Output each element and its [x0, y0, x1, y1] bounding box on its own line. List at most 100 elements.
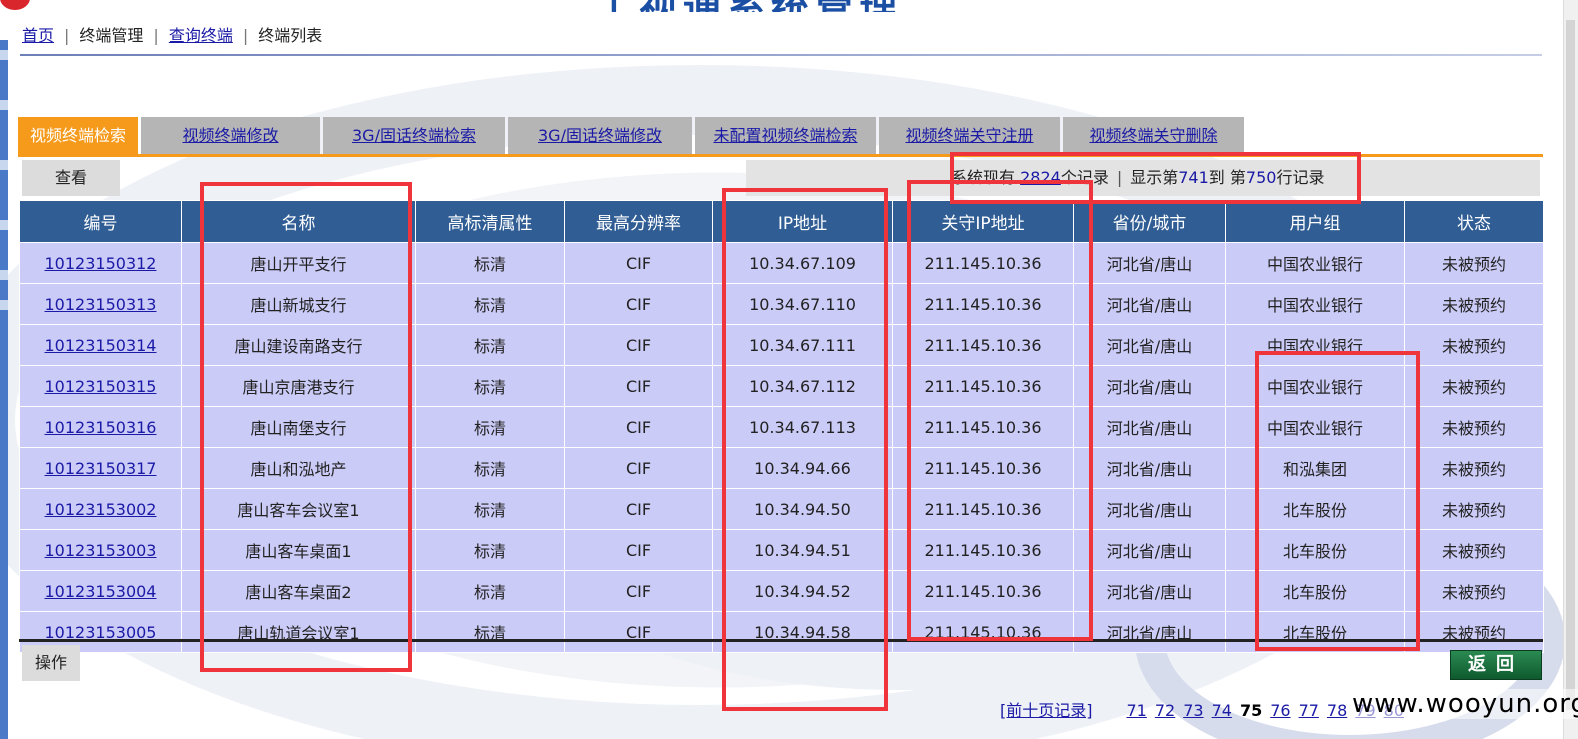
table-cell: 标清	[415, 324, 565, 366]
terminal-id-link[interactable]: 10123150317	[45, 459, 157, 478]
table-cell: 标清	[415, 611, 565, 653]
breadcrumb-terminal-list: 终端列表	[258, 26, 323, 45]
table-cell: CIF	[564, 611, 713, 653]
table-cell: 10.34.94.52	[712, 570, 893, 612]
table-row: 10123150313 唐山新城支行 标清 CIF 10.34.67.110 211.14…	[19, 283, 1544, 325]
terminal-id-cell: 10123150312	[19, 242, 182, 284]
column-header: 最高分辨率	[564, 200, 713, 243]
page-link[interactable]: 78	[1327, 701, 1347, 720]
view-button[interactable]: 查看	[22, 160, 120, 196]
column-header: 关守IP地址	[892, 200, 1074, 243]
table-cell: 河北省/唐山	[1073, 324, 1226, 366]
range-to: 750	[1245, 168, 1277, 187]
terminal-id-cell: 10123150313	[19, 283, 182, 325]
tab-gatekeeper-delete[interactable]: 视频终端关守删除	[1063, 117, 1244, 154]
terminal-id-link[interactable]: 10123153002	[45, 500, 157, 519]
table-cell: 标清	[415, 488, 565, 530]
tab-video-terminal-edit[interactable]: 视频终端修改	[141, 117, 320, 154]
table-row: 10123153002 唐山客车会议室1 标清 CIF 10.34.94.50 211.1…	[19, 488, 1544, 530]
page-link[interactable]: 71	[1127, 701, 1147, 720]
logo-icon	[0, 0, 30, 10]
back-button[interactable]: 返回	[1450, 650, 1542, 680]
table-row: 10123150315 唐山京唐港支行 标清 CIF 10.34.67.112 211.1…	[19, 365, 1544, 407]
table-cell: 标清	[415, 242, 565, 284]
table-cell: 10.34.67.109	[712, 242, 893, 284]
breadcrumb-home-link[interactable]: 首页	[22, 26, 54, 45]
table-cell: 中国农业银行	[1225, 406, 1405, 448]
prev-ten-pages-link[interactable]: [前十页记录]	[1000, 701, 1093, 720]
terminal-id-link[interactable]: 10123150314	[45, 336, 157, 355]
table-cell: 10.34.94.66	[712, 447, 893, 489]
table-cell: 未被预约	[1404, 365, 1544, 407]
tab-3g-terminal-search[interactable]: 3G/固话终端检索	[323, 117, 505, 154]
table-cell: 北车股份	[1225, 570, 1405, 612]
table-cell: 标清	[415, 570, 565, 612]
tab-video-terminal-search[interactable]: 视频终端检索	[18, 117, 138, 154]
terminal-id-cell: 10123150314	[19, 324, 182, 366]
table-cell: 标清	[415, 283, 565, 325]
table-cell: CIF	[564, 447, 713, 489]
page-link[interactable]: 72	[1155, 701, 1175, 720]
table-cell: CIF	[564, 529, 713, 571]
tab-unconfigured-terminal-search[interactable]: 未配置视频终端检索	[695, 117, 876, 154]
table-cell: CIF	[564, 488, 713, 530]
page-link[interactable]: 76	[1270, 701, 1290, 720]
table-cell: 211.145.10.36	[892, 611, 1074, 653]
table-cell: 10.34.67.110	[712, 283, 893, 325]
table-cell: 唐山客车桌面1	[181, 529, 416, 571]
table-cell: 北车股份	[1225, 611, 1405, 653]
table-row: 10123153004 唐山客车桌面2 标清 CIF 10.34.94.52 211.14…	[19, 570, 1544, 612]
tab-bar: 视频终端检索 视频终端修改 3G/固话终端检索 3G/固话终端修改 未配置视频终…	[18, 117, 1247, 154]
table-cell: CIF	[564, 570, 713, 612]
table-cell: 唐山南堡支行	[181, 406, 416, 448]
terminal-id-link[interactable]: 10123153003	[45, 541, 157, 560]
table-cell: 中国农业银行	[1225, 283, 1405, 325]
table-cell: 河北省/唐山	[1073, 570, 1226, 612]
table-cell: CIF	[564, 406, 713, 448]
left-frame-strip	[0, 40, 8, 739]
terminal-id-link[interactable]: 10123150312	[45, 254, 157, 273]
table-cell: 211.145.10.36	[892, 242, 1074, 284]
terminal-id-cell: 10123150315	[19, 365, 182, 407]
table-cell: CIF	[564, 365, 713, 407]
table-cell: 未被预约	[1404, 447, 1544, 489]
column-header: IP地址	[712, 200, 893, 243]
terminal-id-link[interactable]: 10123150313	[45, 295, 157, 314]
table-cell: 211.145.10.36	[892, 283, 1074, 325]
table-cell: 211.145.10.36	[892, 447, 1074, 489]
terminal-id-link[interactable]: 10123150315	[45, 377, 157, 396]
breadcrumb-query-terminal-link[interactable]: 查询终端	[169, 26, 233, 45]
current-page: 75	[1239, 701, 1263, 720]
terminal-id-link[interactable]: 10123150316	[45, 418, 157, 437]
operate-button[interactable]: 操作	[22, 645, 80, 681]
table-cell: 中国农业银行	[1225, 324, 1405, 366]
table-cell: 标清	[415, 529, 565, 571]
tab-gatekeeper-register[interactable]: 视频终端关守注册	[879, 117, 1060, 154]
pagination: [前十页记录]71727374757677787980	[1000, 697, 1412, 721]
table-cell: 10.34.67.111	[712, 324, 893, 366]
terminal-id-link[interactable]: 10123153004	[45, 582, 157, 601]
table-cell: 河北省/唐山	[1073, 611, 1226, 653]
table-row: 10123150314 唐山建设南路支行 标清 CIF 10.34.67.111 211.…	[19, 324, 1544, 366]
total-records-link[interactable]: 2824	[1020, 168, 1061, 187]
table-cell: 10.34.67.113	[712, 406, 893, 448]
page-link[interactable]: 73	[1183, 701, 1203, 720]
table-cell: 211.145.10.36	[892, 406, 1074, 448]
table-header-row: 编号 名称 高标清属性 最高分辨率 IP地址 关守IP地址 省份/城市 用户组 状态	[19, 200, 1544, 243]
scrollbar-thumb[interactable]	[1566, 20, 1575, 710]
top-banner: 工视通系统管理	[0, 0, 1578, 12]
table-cell: CIF	[564, 283, 713, 325]
page-link[interactable]: 77	[1299, 701, 1319, 720]
table-cell: 标清	[415, 447, 565, 489]
table-cell: 北车股份	[1225, 529, 1405, 571]
table-cell: CIF	[564, 324, 713, 366]
range-from: 741	[1178, 168, 1209, 187]
terminal-id-cell: 10123153004	[19, 570, 182, 612]
tab-3g-terminal-edit[interactable]: 3G/固话终端修改	[508, 117, 692, 154]
table-cell: 唐山客车会议室1	[181, 488, 416, 530]
vertical-scrollbar[interactable]	[1563, 0, 1578, 739]
page-link[interactable]: 74	[1212, 701, 1232, 720]
table-cell: 10.34.94.50	[712, 488, 893, 530]
table-cell: 和泓集团	[1225, 447, 1405, 489]
table-cell: 未被预约	[1404, 242, 1544, 284]
